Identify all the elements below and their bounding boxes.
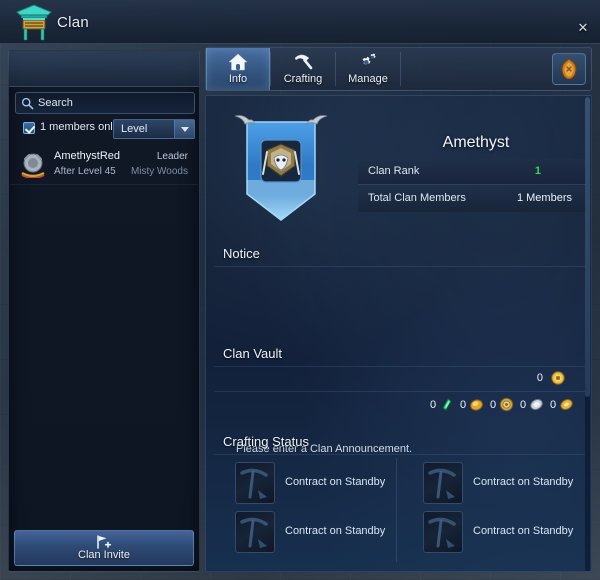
- token-count: 0: [430, 399, 437, 411]
- stat-row-total-members: Total Clan Members 1 Members: [358, 186, 586, 212]
- member-level: After Level 45: [54, 166, 116, 177]
- crafting-column-divider: [396, 458, 397, 562]
- clan-badge-icon: [559, 58, 579, 80]
- notice-section-title: Notice: [223, 246, 260, 261]
- crafting-slot-0[interactable]: Contract on Standby: [223, 459, 393, 507]
- tab-crafting-label: Crafting: [283, 73, 323, 85]
- online-filter-checkbox[interactable]: [23, 122, 35, 134]
- sidebar-header: [9, 51, 199, 87]
- silver-coin-icon: [529, 397, 544, 412]
- content-scrollbar[interactable]: [585, 97, 590, 571]
- crafting-slot-status: Contract on Standby: [285, 476, 386, 488]
- gold-nugget-icon: [469, 397, 484, 412]
- sort-select[interactable]: Level: [113, 119, 195, 139]
- close-icon[interactable]: ✕: [574, 19, 592, 37]
- crafting-section-title: Crafting Status: [223, 434, 309, 449]
- gears-icon: [357, 52, 379, 72]
- member-filter-row: 1 members online. Level: [15, 119, 195, 139]
- info-panel: Amethyst Clan Rank 1 Total Clan Members …: [205, 95, 592, 572]
- clan-badge-button[interactable]: [552, 53, 586, 85]
- clan-banner-emblem: [233, 110, 329, 232]
- bronze-token-icon: [499, 397, 514, 412]
- avatar: [20, 152, 46, 179]
- search-input[interactable]: Search: [15, 92, 195, 114]
- sort-select-value: Level: [121, 123, 148, 135]
- clan-invite-button[interactable]: Clan Invite: [14, 530, 194, 566]
- crafting-slot-2[interactable]: Contract on Standby: [223, 508, 393, 556]
- search-placeholder: Search: [38, 97, 73, 109]
- list-item[interactable]: AmethystRed After Level 45 Leader Misty …: [10, 145, 198, 185]
- crafting-slot-1[interactable]: Contract on Standby: [411, 459, 581, 507]
- member-sidebar: Search 1 members online. Level AmethystR…: [8, 50, 200, 572]
- section-divider: [214, 454, 585, 455]
- tab-manage-label: Manage: [348, 73, 388, 85]
- vault-gold-row[interactable]: 0: [214, 366, 585, 392]
- member-location: Misty Woods: [130, 166, 188, 177]
- tab-info-label: Info: [228, 73, 248, 85]
- stat-label: Clan Rank: [368, 165, 420, 177]
- tab-info[interactable]: Info: [206, 48, 270, 90]
- vault-gold-amount: 0: [536, 372, 543, 384]
- clan-name: Amethyst: [442, 134, 510, 151]
- pickaxe-slot-icon: [423, 462, 463, 504]
- hammer-icon: [292, 52, 314, 72]
- tab-divider: [400, 52, 401, 86]
- vault-token-row[interactable]: 0 0 0 0 0: [214, 393, 585, 417]
- house-icon: [227, 52, 249, 72]
- crafting-slot-status: Contract on Standby: [473, 476, 574, 488]
- pickaxe-slot-icon: [235, 462, 275, 504]
- tab-crafting[interactable]: Crafting: [271, 48, 335, 90]
- pickaxe-slot-icon: [423, 511, 463, 553]
- search-icon: [21, 97, 34, 110]
- crafting-slot-3[interactable]: Contract on Standby: [411, 508, 581, 556]
- token-count: 0: [490, 399, 497, 411]
- gold-ring-icon: [559, 397, 574, 412]
- crafting-slot-status: Contract on Standby: [473, 525, 574, 537]
- member-list[interactable]: AmethystRed After Level 45 Leader Misty …: [10, 145, 198, 527]
- token-count: 0: [520, 399, 527, 411]
- window-title: Clan: [57, 14, 90, 31]
- vault-section-title: Clan Vault: [223, 346, 283, 361]
- window-titlebar: Clan ✕: [0, 0, 600, 44]
- clan-gate-icon: [12, 2, 56, 42]
- pickaxe-slot-icon: [235, 511, 275, 553]
- flag-add-icon: [95, 534, 113, 549]
- stat-value: 1: [534, 165, 541, 177]
- member-name: AmethystRed: [54, 150, 121, 162]
- tab-manage[interactable]: Manage: [336, 48, 400, 90]
- clan-invite-label: Clan Invite: [78, 549, 130, 561]
- token-count: 0: [550, 399, 557, 411]
- green-gem-icon: [439, 397, 454, 412]
- member-rank: Leader: [156, 151, 188, 162]
- stat-row-clan-rank: Clan Rank 1: [358, 159, 586, 185]
- tab-bar: Info Crafting Manage: [205, 47, 592, 91]
- token-count: 0: [460, 399, 467, 411]
- chevron-down-icon: [174, 120, 194, 138]
- notice-textarea[interactable]: Please enter a Clan Announcement.: [214, 267, 585, 455]
- stat-value: 1 Members: [516, 192, 572, 204]
- stat-label: Total Clan Members: [368, 192, 466, 204]
- clan-window: Clan ✕ Search 1 members online. Level Am…: [0, 0, 600, 580]
- gold-coin-icon: [551, 371, 565, 385]
- crafting-slot-status: Contract on Standby: [285, 525, 386, 537]
